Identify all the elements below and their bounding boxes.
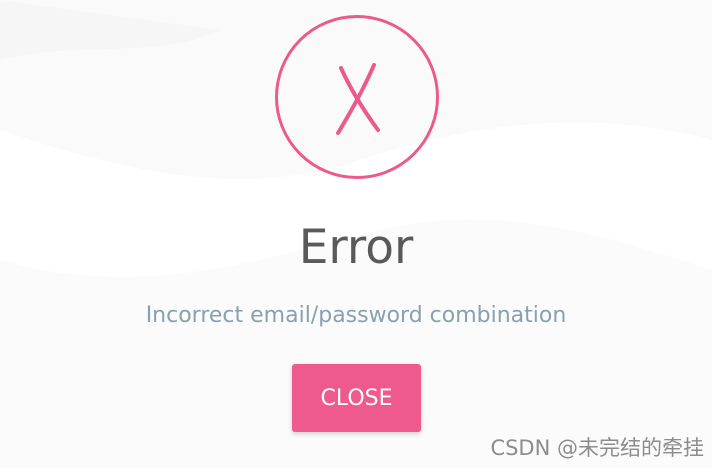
close-button[interactable]: CLOSE (292, 364, 421, 432)
dialog-title: Error (298, 220, 414, 275)
dialog-message: Incorrect email/password combination (145, 303, 567, 328)
error-dialog: Error Incorrect email/password combinati… (0, 0, 712, 468)
watermark: CSDN @未完结的牵挂 (490, 436, 704, 460)
x-icon (336, 63, 380, 135)
error-icon-circle (275, 15, 439, 179)
